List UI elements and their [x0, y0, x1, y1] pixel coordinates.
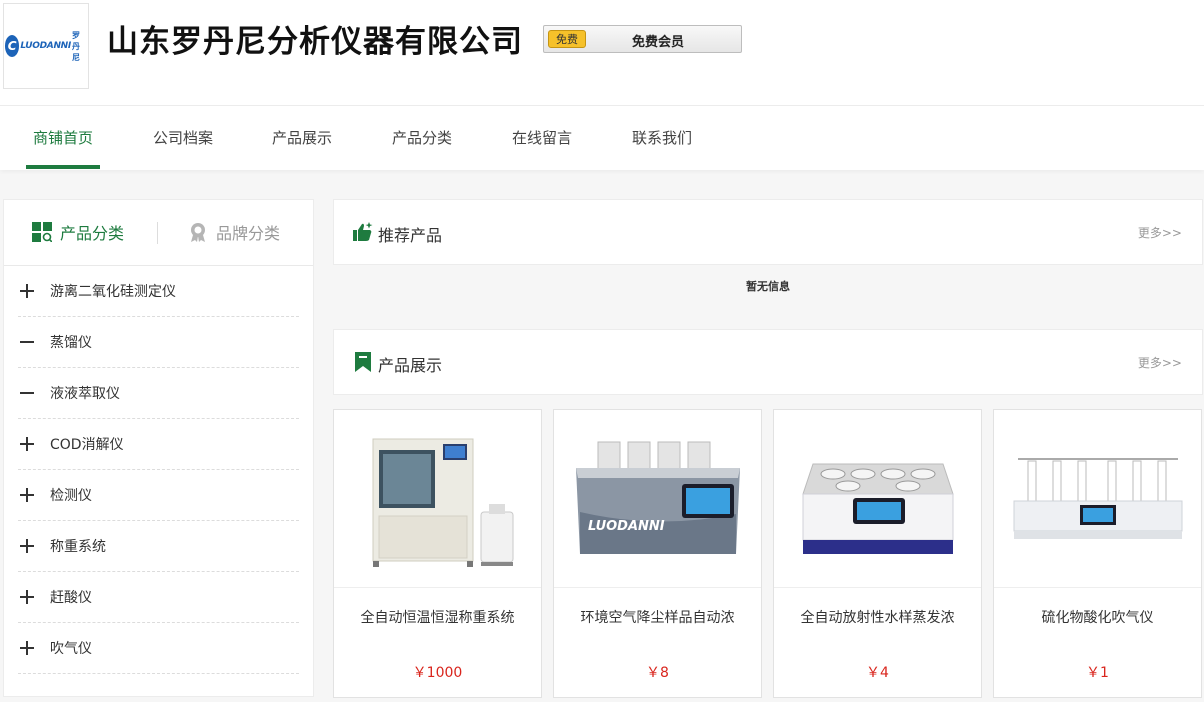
- logo-cn-text: 罗丹尼: [71, 30, 80, 62]
- product-image[interactable]: LUODANNI: [554, 410, 761, 588]
- main-nav: 商铺首页 公司档案 产品展示 产品分类 在线留言 联系我们: [0, 106, 1204, 170]
- category-label: COD消解仪: [50, 437, 124, 453]
- category-label: 游离二氧化硅测定仪: [50, 284, 176, 300]
- product-name[interactable]: 环境空气降尘样品自动浓: [558, 607, 757, 627]
- logo-circle-icon: C: [5, 35, 20, 57]
- product-price: ￥8: [646, 665, 669, 681]
- product-image[interactable]: [774, 410, 981, 588]
- category-label: 吹气仪: [50, 641, 92, 657]
- category-label: 检测仪: [50, 488, 92, 504]
- product-card[interactable]: 硫化物酸化吹气仪 ￥1: [993, 409, 1202, 698]
- nav-item-profile[interactable]: 公司档案: [146, 106, 220, 170]
- product-name[interactable]: 全自动放射性水样蒸发浓: [778, 607, 977, 627]
- bookmark-icon: [355, 352, 371, 372]
- product-card[interactable]: 全自动放射性水样蒸发浓 ￥4: [773, 409, 982, 698]
- category-list: 游离二氧化硅测定仪 蒸馏仪 液液萃取仪 COD消解仪 检测仪 称重系统 赶酸仪: [4, 266, 313, 674]
- award-icon: [191, 223, 205, 242]
- collapse-minus-icon[interactable]: [19, 385, 35, 401]
- recommend-title: 推荐产品: [378, 226, 443, 245]
- tab-divider: [157, 222, 158, 244]
- sidebar-tabs: 产品分类 品牌分类: [4, 200, 313, 266]
- product-image[interactable]: [334, 410, 541, 588]
- product-card[interactable]: LUODANNI 环境空气降尘样品自动浓 ￥8: [553, 409, 762, 698]
- member-badge: 免费 免费会员: [543, 25, 742, 53]
- showcase-more-link[interactable]: 更多>>: [1138, 354, 1182, 371]
- dust-concentrator-image: LUODANNI: [575, 441, 740, 554]
- tab-brand-label: 品牌分类: [216, 224, 281, 243]
- product-price: ￥1000: [412, 665, 463, 681]
- collapse-minus-icon[interactable]: [19, 334, 35, 350]
- nav-active-underline: [26, 165, 100, 169]
- expand-plus-icon[interactable]: [19, 487, 35, 503]
- company-name: 山东罗丹尼分析仪器有限公司: [107, 24, 523, 60]
- category-label: 液液萃取仪: [50, 386, 120, 402]
- expand-plus-icon[interactable]: [19, 589, 35, 605]
- category-item[interactable]: 液液萃取仪: [18, 368, 299, 419]
- category-item[interactable]: 检测仪: [18, 470, 299, 521]
- empty-info-text: 暂无信息: [746, 280, 790, 293]
- evaporator-image: [801, 463, 954, 554]
- nav-item-home[interactable]: 商铺首页: [26, 106, 100, 170]
- category-item[interactable]: 赶酸仪: [18, 572, 299, 623]
- showcase-panel-header: 产品展示 更多>>: [333, 329, 1203, 395]
- recommend-panel-header: 推荐产品 更多>>: [333, 199, 1203, 265]
- product-price: ￥1: [1086, 665, 1109, 681]
- tab-brand-category[interactable]: 品牌分类: [188, 220, 280, 244]
- product-price: ￥4: [866, 665, 889, 681]
- product-name[interactable]: 硫化物酸化吹气仪: [998, 607, 1197, 627]
- category-item[interactable]: 吹气仪: [18, 623, 299, 674]
- svg-text:LUODANNI: LUODANNI: [588, 519, 665, 534]
- category-grid-icon: [32, 222, 52, 242]
- nav-item-message[interactable]: 在线留言: [505, 106, 579, 170]
- logo-text: LUODANNI: [20, 41, 71, 51]
- tab-product-label: 产品分类: [60, 224, 125, 243]
- category-item[interactable]: COD消解仪: [18, 419, 299, 470]
- recommend-more-link[interactable]: 更多>>: [1138, 224, 1182, 241]
- expand-plus-icon[interactable]: [19, 538, 35, 554]
- category-sidebar: 产品分类 品牌分类 游离二氧化硅测定仪 蒸馏仪 液液萃取仪 COD消解仪 检测仪…: [3, 199, 314, 697]
- category-item[interactable]: 称重系统: [18, 521, 299, 572]
- company-logo[interactable]: C LUODANNI 罗丹尼: [3, 3, 89, 89]
- category-label: 蒸馏仪: [50, 335, 92, 351]
- product-card[interactable]: 全自动恒温恒湿称重系统 ￥1000: [333, 409, 542, 698]
- thumbs-up-icon: [353, 222, 373, 241]
- category-label: 赶酸仪: [50, 590, 92, 606]
- product-name[interactable]: 全自动恒温恒湿称重系统: [338, 607, 537, 627]
- logo-mark: C LUODANNI 罗丹尼: [5, 31, 87, 62]
- weighing-system-image: [372, 438, 513, 567]
- category-item[interactable]: 游离二氧化硅测定仪: [18, 266, 299, 317]
- nav-item-contact[interactable]: 联系我们: [625, 106, 699, 170]
- tab-product-category[interactable]: 产品分类: [32, 220, 124, 244]
- member-label: 免费会员: [632, 35, 685, 50]
- shop-header: C LUODANNI 罗丹尼 山东罗丹尼分析仪器有限公司 免费 免费会员: [0, 0, 1204, 106]
- expand-plus-icon[interactable]: [19, 436, 35, 452]
- acidification-blower-image: [1013, 457, 1182, 539]
- category-label: 称重系统: [50, 539, 106, 555]
- product-image[interactable]: [994, 410, 1201, 588]
- category-item[interactable]: 蒸馏仪: [18, 317, 299, 368]
- expand-plus-icon[interactable]: [19, 640, 35, 656]
- showcase-title: 产品展示: [378, 356, 443, 375]
- nav-item-categories[interactable]: 产品分类: [385, 106, 459, 170]
- nav-item-products[interactable]: 产品展示: [265, 106, 339, 170]
- free-badge: 免费: [548, 30, 586, 48]
- expand-plus-icon[interactable]: [19, 283, 35, 299]
